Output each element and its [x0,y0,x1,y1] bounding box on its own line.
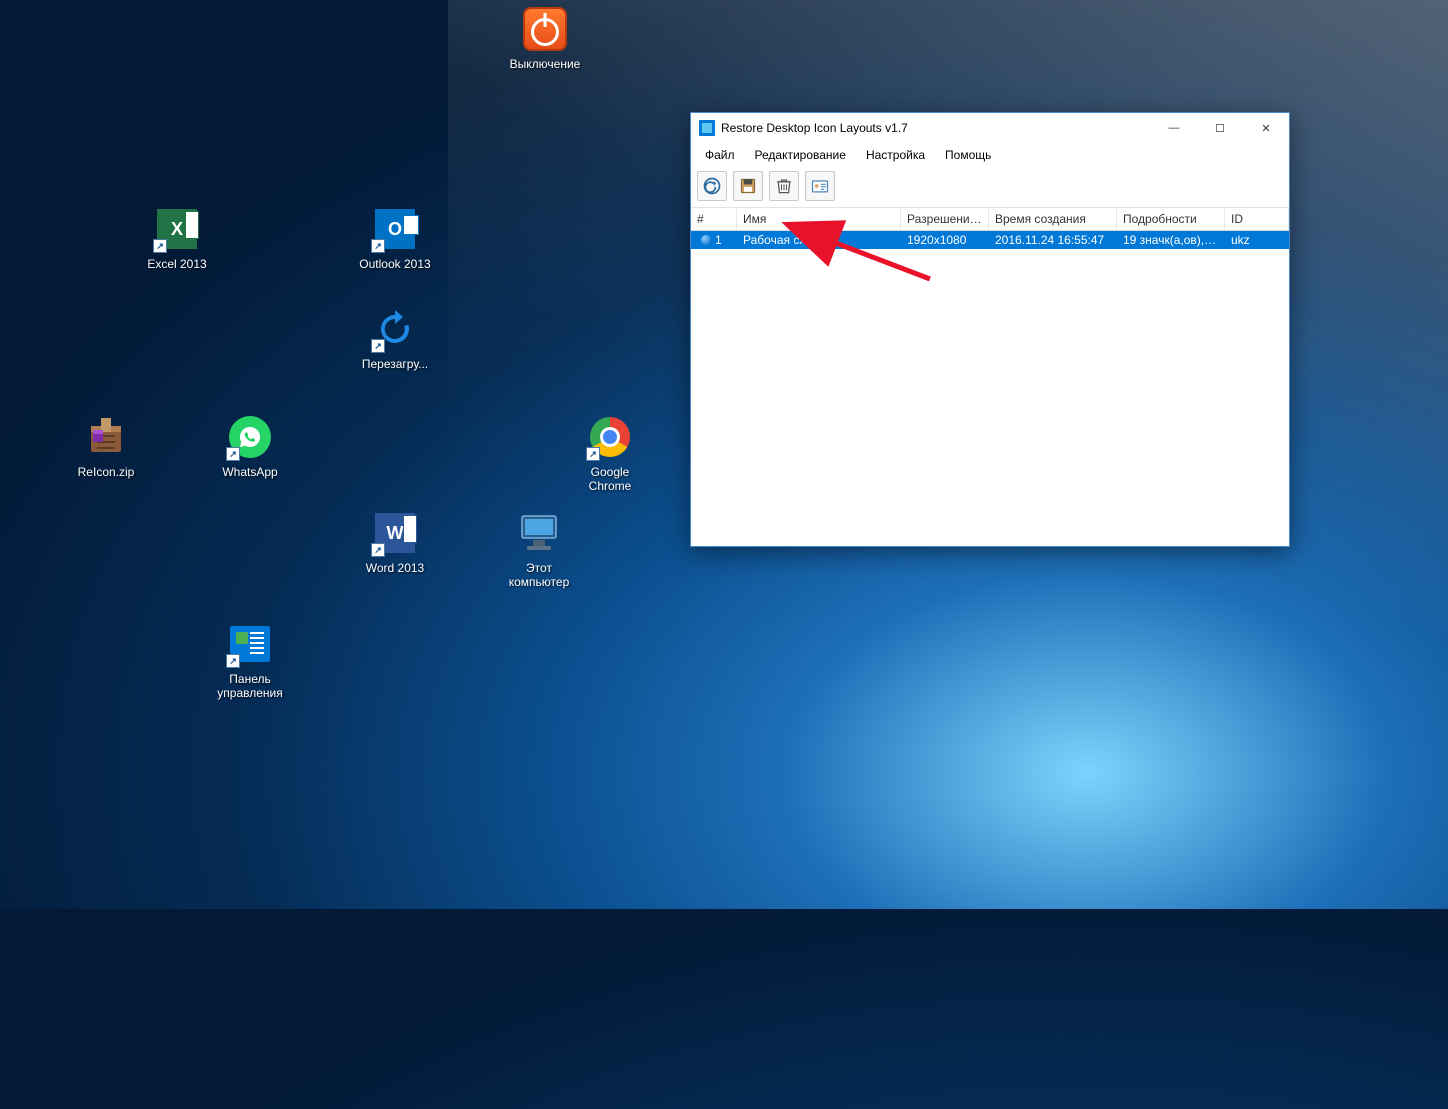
trash-icon [774,176,794,196]
desktop-icon-shutdown[interactable]: Выключение [500,5,590,71]
app-window-restore-desktop-icon-layouts: Restore Desktop Icon Layouts v1.7 — ☐ ✕ … [690,112,1290,547]
desktop-icon-label: Этот компьютер [494,561,584,589]
shortcut-indicator-icon [371,239,385,253]
list-body: 1 Рабочая схема 1920x1080 2016.11.24 16:… [691,231,1289,546]
menu-help[interactable]: Помощь [937,145,999,165]
desktop-icon-label: Google Chrome [565,465,655,493]
desktop-icon-excel[interactable]: Excel 2013 [132,205,222,271]
desktop-icon-chrome[interactable]: Google Chrome [565,413,655,493]
list-header: # Имя Разрешение ... Время создания Подр… [691,208,1289,231]
column-header-resolution[interactable]: Разрешение ... [901,208,989,230]
desktop-icon-label: WhatsApp [205,465,295,479]
save-icon [738,176,758,196]
computer-icon [518,514,560,552]
menu-file[interactable]: Файл [697,145,743,165]
menubar: Файл Редактирование Настройка Помощь [691,143,1289,167]
shortcut-indicator-icon [226,447,240,461]
desktop-icon-whatsapp[interactable]: WhatsApp [205,413,295,479]
desktop-icon-label: Выключение [500,57,590,71]
restore-icon [702,176,722,196]
winrar-icon [87,416,125,458]
desktop-icon-restart[interactable]: Перезагру... [350,305,440,371]
save-layout-button[interactable] [733,171,763,201]
desktop-icon-label: Word 2013 [350,561,440,575]
cell-index: 1 [715,233,722,247]
shortcut-indicator-icon [226,654,240,668]
window-titlebar[interactable]: Restore Desktop Icon Layouts v1.7 — ☐ ✕ [691,113,1289,143]
column-header-time[interactable]: Время создания [989,208,1117,230]
desktop-icon-word[interactable]: Word 2013 [350,509,440,575]
active-indicator-icon [701,235,711,245]
menu-edit[interactable]: Редактирование [747,145,854,165]
menu-settings[interactable]: Настройка [858,145,933,165]
desktop-icon-control-panel[interactable]: Панель управления [205,620,295,700]
desktop-icon-label: Панель управления [205,672,295,700]
close-button[interactable]: ✕ [1243,113,1289,143]
cell-id: ukz [1225,232,1289,248]
app-icon [699,120,715,136]
id-card-icon [810,176,830,196]
desktop-icon-label: Outlook 2013 [350,257,440,271]
desktop-icon-label: Excel 2013 [132,257,222,271]
desktop-icon-reicon-zip[interactable]: ReIcon.zip [61,413,151,479]
power-icon [523,7,567,51]
column-header-id[interactable]: ID [1225,208,1289,230]
column-header-name[interactable]: Имя [737,208,901,230]
column-header-index[interactable]: # [691,208,737,230]
restore-layout-button[interactable] [697,171,727,201]
toolbar [691,167,1289,208]
about-button[interactable] [805,171,835,201]
column-header-details[interactable]: Подробности [1117,208,1225,230]
minimize-button[interactable]: — [1151,113,1197,143]
desktop-icon-outlook[interactable]: Outlook 2013 [350,205,440,271]
cell-details: 19 значк(а,ов), help [1117,232,1225,248]
list-row[interactable]: 1 Рабочая схема 1920x1080 2016.11.24 16:… [691,231,1289,249]
shortcut-indicator-icon [371,543,385,557]
maximize-button[interactable]: ☐ [1197,113,1243,143]
desktop-icon-this-pc[interactable]: Этот компьютер [494,509,584,589]
delete-layout-button[interactable] [769,171,799,201]
cell-time: 2016.11.24 16:55:47 [989,232,1117,248]
shortcut-indicator-icon [153,239,167,253]
desktop-icon-label: Перезагру... [350,357,440,371]
window-title: Restore Desktop Icon Layouts v1.7 [721,121,1151,135]
desktop-icon-label: ReIcon.zip [61,465,151,479]
cell-name: Рабочая схема [737,232,901,248]
shortcut-indicator-icon [586,447,600,461]
cell-resolution: 1920x1080 [901,232,989,248]
shortcut-indicator-icon [371,339,385,353]
